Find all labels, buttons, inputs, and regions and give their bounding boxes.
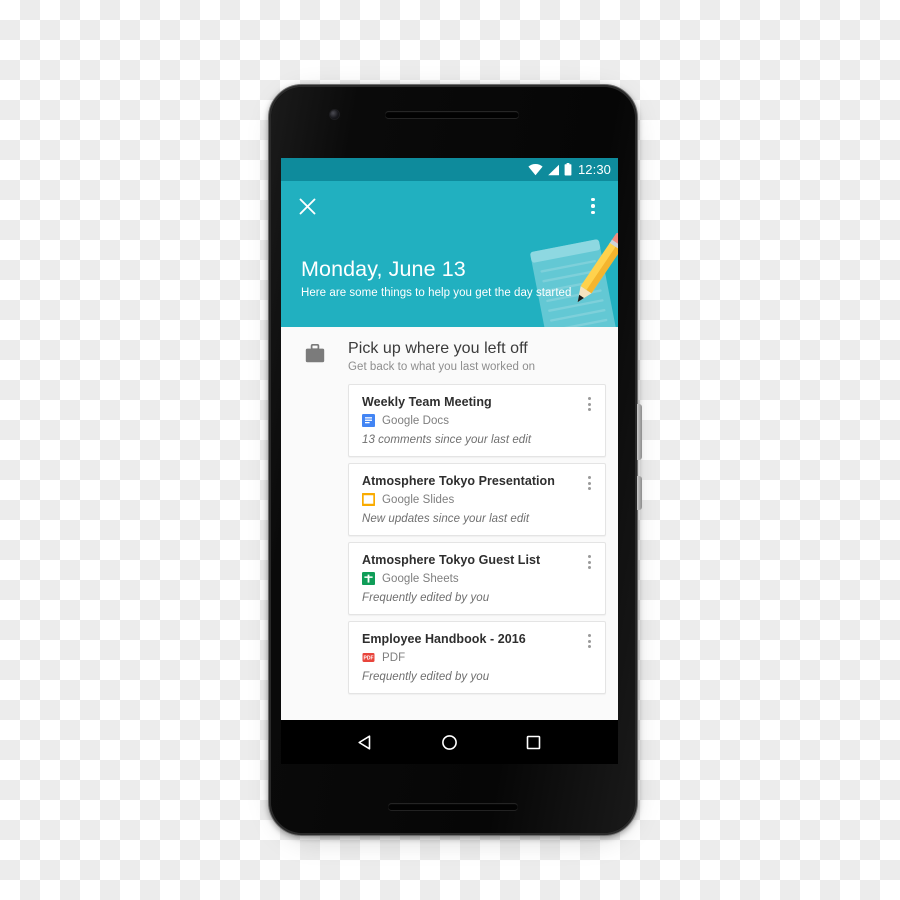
section-text: Pick up where you left off Get back to w… bbox=[348, 340, 535, 373]
card-overflow-button[interactable] bbox=[581, 631, 597, 651]
home-circle-icon bbox=[442, 734, 457, 750]
document-title: Atmosphere Tokyo Guest List bbox=[362, 553, 541, 567]
close-icon bbox=[299, 198, 315, 214]
document-type-row: Google Docs bbox=[362, 414, 593, 427]
document-type-row: Google Slides bbox=[362, 493, 593, 506]
table-row[interactable]: Weekly Team Meeting Google Docs 13 comme… bbox=[348, 384, 606, 457]
document-title: Weekly Team Meeting bbox=[362, 395, 492, 409]
document-type-label: Google Docs bbox=[382, 414, 450, 427]
overflow-menu-icon bbox=[587, 566, 591, 569]
section-title: Pick up where you left off bbox=[348, 340, 528, 357]
back-triangle-icon bbox=[358, 734, 370, 750]
overflow-menu-button[interactable] bbox=[580, 193, 606, 219]
card-overflow-button[interactable] bbox=[581, 473, 597, 493]
power-button[interactable] bbox=[637, 404, 642, 460]
section-icon-wrap bbox=[281, 340, 348, 363]
app-header: Monday, June 13 Here are some things to … bbox=[281, 181, 618, 327]
recents-square-icon bbox=[527, 735, 541, 749]
overflow-menu-icon bbox=[587, 634, 591, 637]
overflow-menu-icon bbox=[587, 560, 591, 564]
document-type-row: Google Sheets bbox=[362, 572, 593, 585]
pdf-icon: PDF bbox=[362, 653, 375, 662]
overflow-menu-icon bbox=[587, 476, 591, 479]
document-type-row: PDF PDF bbox=[362, 651, 593, 664]
nav-recents-button[interactable] bbox=[525, 734, 542, 751]
header-toolbar bbox=[281, 181, 618, 231]
document-note: Frequently edited by you bbox=[362, 671, 490, 683]
table-row[interactable]: Atmosphere Tokyo Guest List Google Sheet… bbox=[348, 542, 606, 615]
google-slides-icon bbox=[362, 493, 375, 506]
section-subtitle: Get back to what you last worked on bbox=[348, 361, 536, 373]
signal-icon bbox=[548, 164, 559, 175]
svg-text:PDF: PDF bbox=[364, 655, 374, 661]
document-title: Atmosphere Tokyo Presentation bbox=[362, 474, 555, 488]
card-overflow-button[interactable] bbox=[581, 552, 597, 572]
overflow-menu-icon bbox=[587, 555, 591, 558]
card-overflow-button[interactable] bbox=[581, 394, 597, 414]
nav-home-button[interactable] bbox=[441, 734, 458, 751]
google-sheets-icon bbox=[362, 572, 375, 585]
google-docs-icon bbox=[362, 414, 375, 427]
content-area: Pick up where you left off Get back to w… bbox=[281, 327, 618, 720]
overflow-menu-icon bbox=[587, 481, 591, 485]
overflow-menu-icon bbox=[591, 197, 595, 202]
header-text-block: Monday, June 13 Here are some things to … bbox=[281, 231, 618, 299]
status-bar: 12:30 bbox=[281, 158, 618, 181]
overflow-menu-icon bbox=[587, 408, 591, 411]
wifi-icon bbox=[528, 163, 543, 175]
document-type-label: Google Slides bbox=[382, 493, 455, 506]
status-bar-clock: 12:30 bbox=[577, 162, 611, 177]
document-note: New updates since your last edit bbox=[362, 513, 530, 525]
bottom-speaker-grille bbox=[388, 803, 518, 810]
android-navigation-bar bbox=[281, 720, 618, 764]
overflow-menu-icon bbox=[587, 645, 591, 648]
overflow-menu-icon bbox=[587, 639, 591, 643]
section-header: Pick up where you left off Get back to w… bbox=[281, 327, 618, 373]
phone-screen: 12:30 Monday, June 13 Here are some thin… bbox=[281, 158, 618, 720]
overflow-menu-icon bbox=[587, 397, 591, 400]
earpiece-speaker bbox=[385, 111, 519, 118]
document-type-label: PDF bbox=[382, 651, 406, 664]
page-title: Monday, June 13 bbox=[301, 257, 466, 281]
front-camera-icon bbox=[330, 110, 339, 119]
nav-back-button[interactable] bbox=[357, 734, 374, 751]
volume-button[interactable] bbox=[637, 476, 642, 510]
overflow-menu-icon bbox=[591, 210, 595, 215]
overflow-menu-icon bbox=[587, 487, 591, 490]
document-title: Employee Handbook - 2016 bbox=[362, 632, 526, 646]
overflow-menu-icon bbox=[591, 204, 595, 208]
page-subtitle: Here are some things to help you get the… bbox=[301, 287, 572, 300]
document-card-list: Weekly Team Meeting Google Docs 13 comme… bbox=[281, 384, 618, 694]
document-type-label: Google Sheets bbox=[382, 572, 459, 585]
briefcase-icon bbox=[305, 344, 324, 363]
overflow-menu-icon bbox=[587, 402, 591, 406]
battery-icon bbox=[564, 163, 572, 176]
document-note: Frequently edited by you bbox=[362, 592, 490, 604]
table-row[interactable]: Employee Handbook - 2016 PDF PDF Frequen… bbox=[348, 621, 606, 694]
table-row[interactable]: Atmosphere Tokyo Presentation Google Sli… bbox=[348, 463, 606, 536]
close-button[interactable] bbox=[294, 193, 320, 219]
document-note: 13 comments since your last edit bbox=[362, 434, 532, 446]
